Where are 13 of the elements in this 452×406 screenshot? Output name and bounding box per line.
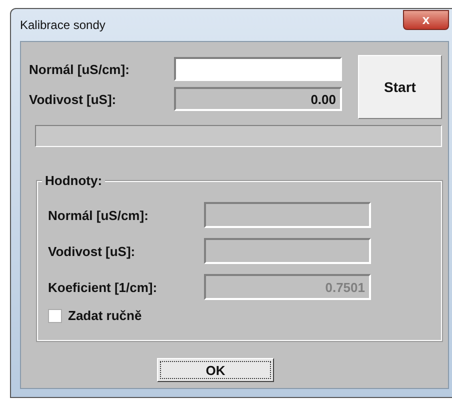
input-field[interactable] (174, 57, 342, 81)
field-label: Vodivost [uS]: (29, 92, 118, 106)
close-button[interactable]: x (403, 10, 449, 30)
field-label: Vodivost [uS]: (48, 244, 136, 258)
group-title: Hodnoty: (42, 173, 106, 188)
start-button[interactable]: Start (358, 55, 442, 119)
field-label: Normál [uS/cm]: (48, 208, 150, 222)
ok-button[interactable]: OK (157, 358, 274, 382)
checkbox-label: Zadat ručně (68, 308, 142, 323)
field-label: Koeficient [1/cm]: (48, 280, 158, 294)
window-title: Kalibrace sondy (20, 18, 106, 32)
field-label: Normál [uS/cm]: (29, 62, 130, 76)
checkbox[interactable] (48, 308, 62, 322)
